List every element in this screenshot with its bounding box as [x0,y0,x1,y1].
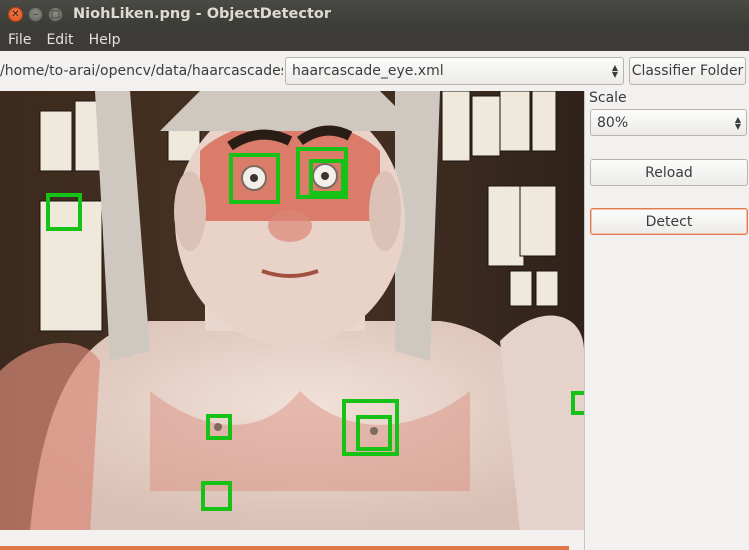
classifier-folder-button[interactable]: Classifier Folder [629,57,746,85]
menu-help[interactable]: Help [81,32,121,48]
classifier-path-field[interactable]: /home/to-arai/opencv/data/haarcascades [0,57,283,85]
reload-button[interactable]: Reload [590,159,748,186]
canvas-divider [584,91,585,550]
image-canvas[interactable] [0,91,584,530]
minimize-icon: – [33,8,38,20]
menu-edit[interactable]: Edit [38,32,73,48]
spin-arrows-icon: ▲ ▼ [611,63,619,79]
close-icon: ✕ [11,8,20,20]
maximize-icon: □ [50,8,61,20]
maximize-window-button[interactable]: □ [48,7,63,22]
classifier-select[interactable]: haarcascade_eye.xml ▲ ▼ [285,57,624,85]
minimize-window-button[interactable]: – [28,7,43,22]
window-title: NiohLiken.png - ObjectDetector [73,6,332,22]
detection-image [0,91,584,530]
scale-label: Scale [589,90,627,106]
close-window-button[interactable]: ✕ [8,7,23,22]
scale-value: 80% [597,114,629,131]
scale-spinbox[interactable]: 80% ▲ ▼ [590,109,747,136]
menu-bar: File Edit Help [0,29,749,51]
classifier-select-value: haarcascade_eye.xml [292,63,444,79]
spin-arrows-icon: ▲ ▼ [734,114,742,131]
menu-file[interactable]: File [0,32,31,48]
detect-button[interactable]: Detect [590,208,748,235]
title-bar[interactable]: ✕ – □ NiohLiken.png - ObjectDetector [0,0,749,29]
progress-fill [0,546,570,550]
